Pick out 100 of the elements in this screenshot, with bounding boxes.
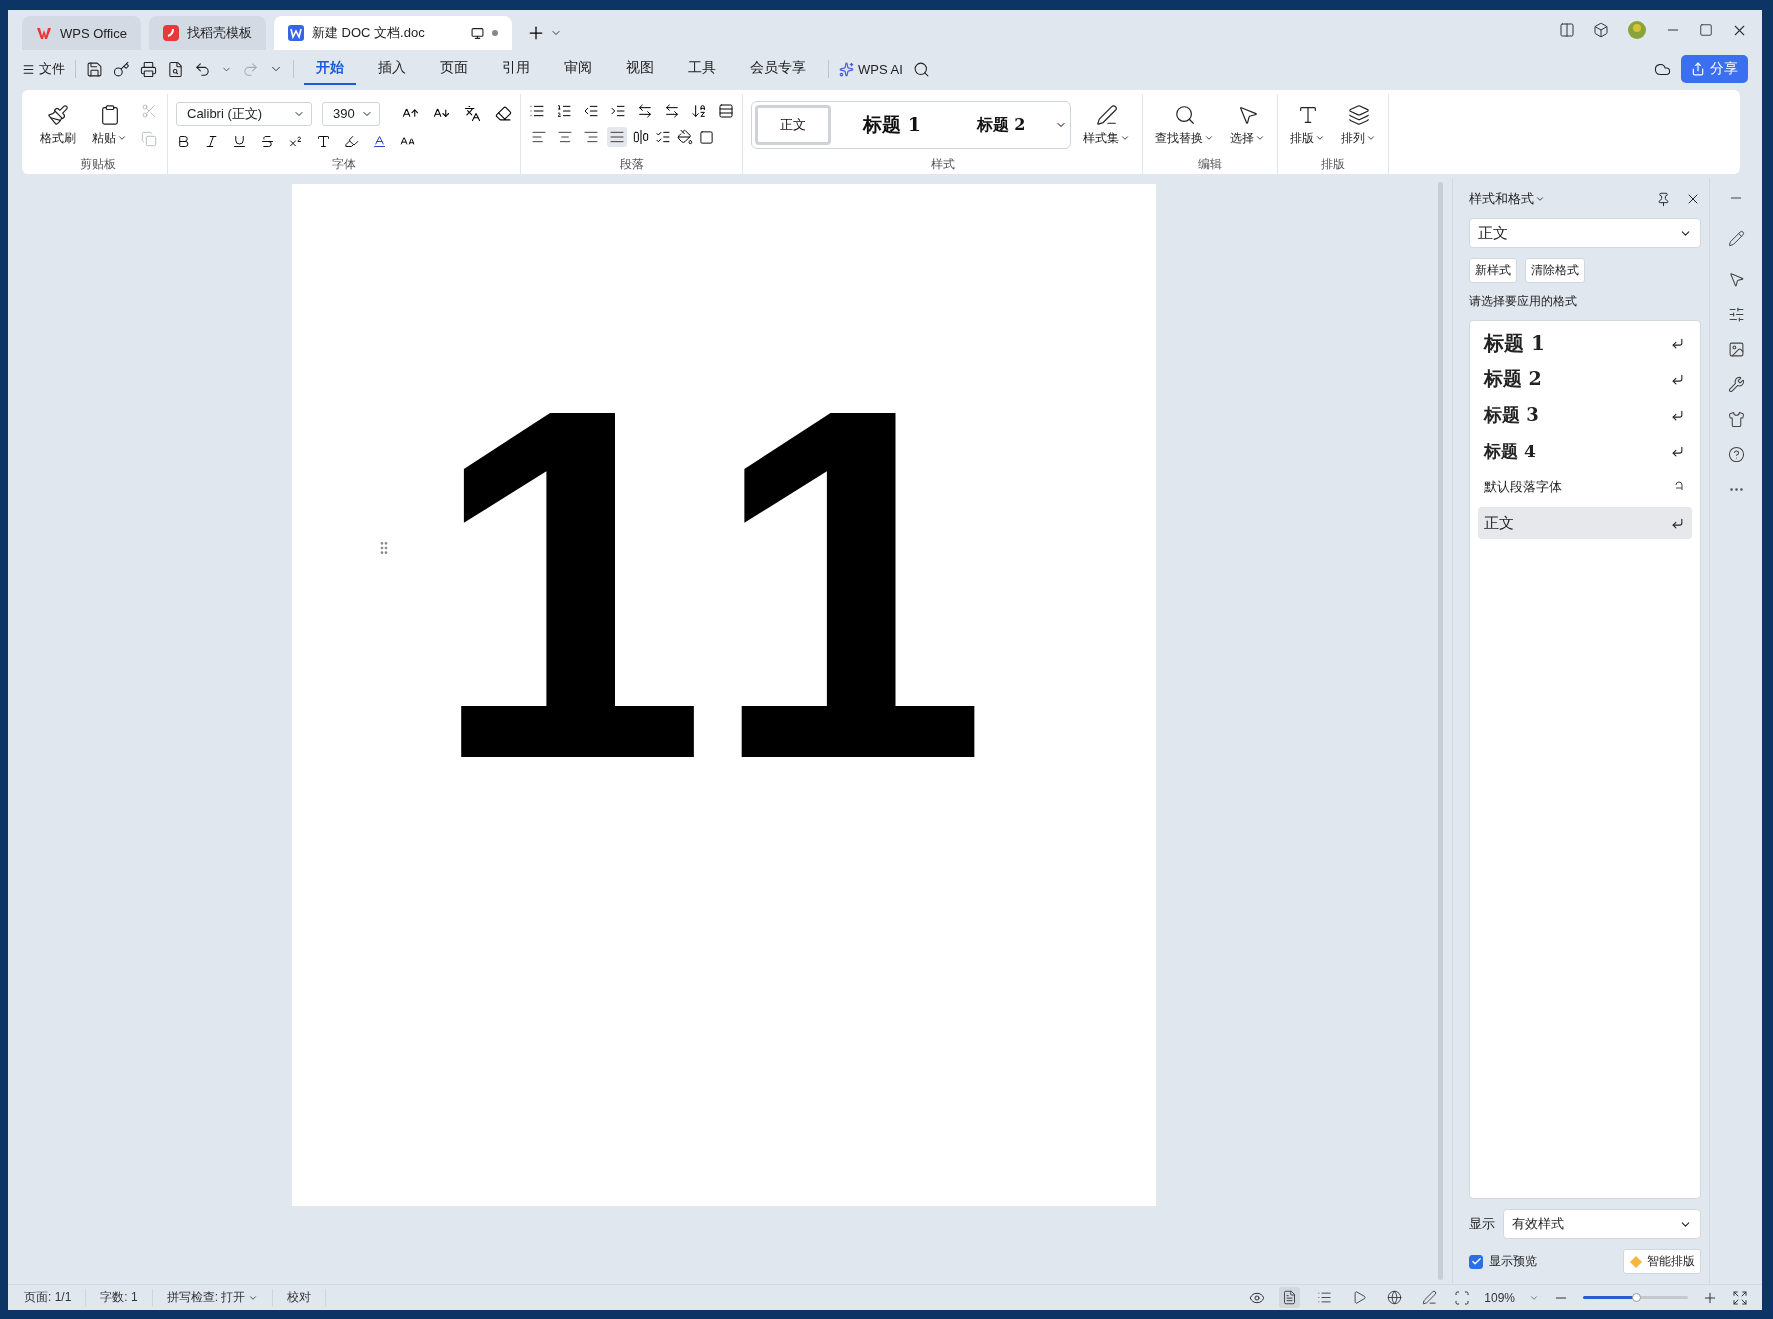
- cursor-icon[interactable]: [1727, 271, 1745, 288]
- style-option[interactable]: 正文: [755, 105, 831, 145]
- maximize-icon[interactable]: [1699, 23, 1713, 37]
- ai-icon: [839, 61, 854, 77]
- sort-icon[interactable]: [691, 103, 707, 119]
- zoom-slider[interactable]: [1583, 1296, 1688, 1299]
- ribbon-button[interactable]: 排版: [1286, 101, 1329, 149]
- ribbon-tab[interactable]: 开始: [304, 53, 356, 85]
- italic-icon[interactable]: [204, 133, 219, 149]
- button-label: 查找替换: [1155, 129, 1203, 147]
- monitor-icon[interactable]: [470, 26, 484, 40]
- view-button[interactable]: [1279, 1287, 1301, 1308]
- table-lines-icon[interactable]: [718, 103, 734, 119]
- search-icon[interactable]: [912, 60, 930, 78]
- pinyin-icon[interactable]: [464, 105, 481, 122]
- paragraph-mark-icon: [1671, 372, 1684, 386]
- undo-icon[interactable]: [194, 60, 211, 78]
- text-direction-icon[interactable]: [637, 103, 653, 119]
- style-button[interactable]: 清除格式: [1525, 258, 1585, 283]
- ribbon-tab[interactable]: 会员专享: [738, 53, 818, 85]
- caret-icon: [1204, 133, 1214, 143]
- print-preview-icon[interactable]: [167, 60, 184, 78]
- preview-checkbox[interactable]: [1469, 1254, 1483, 1269]
- font-color-icon[interactable]: [372, 133, 387, 149]
- numbered-list-icon[interactable]: [556, 103, 572, 119]
- scrollbar[interactable]: [1437, 182, 1443, 1280]
- ribbon-button[interactable]: 排列: [1337, 101, 1380, 149]
- document-tab[interactable]: 找稻壳模板: [148, 16, 266, 50]
- share-icon: [1691, 62, 1705, 76]
- font-size-field[interactable]: 390: [322, 101, 380, 126]
- clear-format-icon[interactable]: [495, 105, 512, 122]
- format-painter-button[interactable]: 格式刷: [36, 101, 80, 149]
- style-item[interactable]: 标题 4: [1478, 435, 1692, 467]
- wps-ai-button[interactable]: WPS AI: [839, 61, 903, 77]
- fit-page-icon[interactable]: [1454, 1289, 1471, 1306]
- highlighter-icon[interactable]: [344, 133, 359, 149]
- document-tab[interactable]: WPS Office: [22, 16, 141, 50]
- paste-button[interactable]: 粘贴: [88, 101, 131, 149]
- group-title: 剪贴板: [78, 156, 117, 173]
- style-item[interactable]: 默认段落字体: [1478, 471, 1692, 503]
- swap-icon[interactable]: [664, 103, 680, 119]
- bullet-list-icon[interactable]: [529, 103, 545, 119]
- status-text: 拼写检查: 打开: [166, 1289, 246, 1306]
- status-item[interactable]: 字数: 1: [100, 1289, 153, 1306]
- smart-layout-button[interactable]: 智能排版: [1623, 1249, 1701, 1274]
- ribbon-tab[interactable]: 页面: [428, 53, 480, 85]
- style-option[interactable]: 标题 2: [953, 105, 1049, 145]
- cube-icon[interactable]: [1593, 22, 1609, 38]
- style-select[interactable]: 正文: [1469, 218, 1701, 248]
- style-item[interactable]: 正文: [1478, 507, 1692, 539]
- underline-icon[interactable]: [232, 133, 247, 149]
- status-item[interactable]: 校对: [287, 1289, 327, 1306]
- font-name-field[interactable]: Calibri (正文): [176, 101, 312, 126]
- indent-icon[interactable]: [610, 103, 626, 119]
- document-tab[interactable]: 新建 DOC 文档.doc: [273, 16, 512, 50]
- superscript-icon[interactable]: [288, 133, 303, 149]
- layout-icon[interactable]: [1559, 22, 1575, 38]
- help-icon[interactable]: [1727, 446, 1745, 463]
- zoom-text: 109%: [1484, 1290, 1515, 1305]
- caret-icon[interactable]: [1535, 194, 1545, 204]
- pencil-icon: [1727, 230, 1745, 247]
- menu-icon[interactable]: [22, 62, 35, 76]
- style-button[interactable]: 新样式: [1469, 258, 1517, 283]
- ribbon-button[interactable]: 选择: [1226, 101, 1269, 149]
- file-menu[interactable]: 文件: [22, 60, 65, 78]
- key-icon[interactable]: [113, 60, 130, 78]
- ribbon-tab[interactable]: 工具: [676, 53, 728, 85]
- ribbon-button[interactable]: 查找替换: [1151, 101, 1218, 149]
- alignment-button[interactable]: [607, 127, 627, 147]
- status-item[interactable]: 拼写检查: 打开: [166, 1289, 274, 1306]
- ribbon-tab[interactable]: 引用: [490, 53, 542, 85]
- ribbon-tab[interactable]: 审阅: [552, 53, 604, 85]
- line-spacing-icon[interactable]: [655, 129, 671, 145]
- ribbon-tab[interactable]: 视图: [614, 53, 666, 85]
- ribbon-tab[interactable]: 插入: [366, 53, 418, 85]
- style-option[interactable]: 标题 1: [837, 105, 947, 145]
- fullscreen-icon[interactable]: [1732, 1289, 1748, 1306]
- caret-icon: [1315, 133, 1325, 143]
- zoom-thumb[interactable]: [1631, 1293, 1641, 1302]
- style-set-button[interactable]: 样式集: [1079, 101, 1134, 149]
- share-button[interactable]: 分享: [1681, 55, 1748, 83]
- border-icon[interactable]: [699, 129, 714, 145]
- save-icon[interactable]: [86, 60, 103, 78]
- bold-icon[interactable]: [176, 133, 191, 149]
- adjust-icon[interactable]: [1727, 306, 1745, 323]
- tools-icon[interactable]: [1727, 376, 1745, 393]
- status-item[interactable]: 页面: 1/1: [24, 1289, 87, 1306]
- outdent-icon[interactable]: [583, 103, 599, 119]
- image-icon[interactable]: [1727, 341, 1745, 358]
- style-item[interactable]: 标题 1: [1478, 327, 1692, 359]
- text-effect-icon[interactable]: [316, 133, 331, 149]
- style-item[interactable]: 标题 3: [1478, 399, 1692, 431]
- shading-icon[interactable]: [677, 129, 693, 145]
- show-select[interactable]: 有效样式: [1503, 1209, 1701, 1239]
- print-icon[interactable]: [140, 60, 157, 78]
- pin-icon[interactable]: [1656, 191, 1671, 207]
- distribute-icon[interactable]: [633, 129, 649, 145]
- style-item[interactable]: 标题 2: [1478, 363, 1692, 395]
- strikethrough-icon[interactable]: [260, 133, 275, 149]
- shirt-icon[interactable]: [1727, 411, 1745, 428]
